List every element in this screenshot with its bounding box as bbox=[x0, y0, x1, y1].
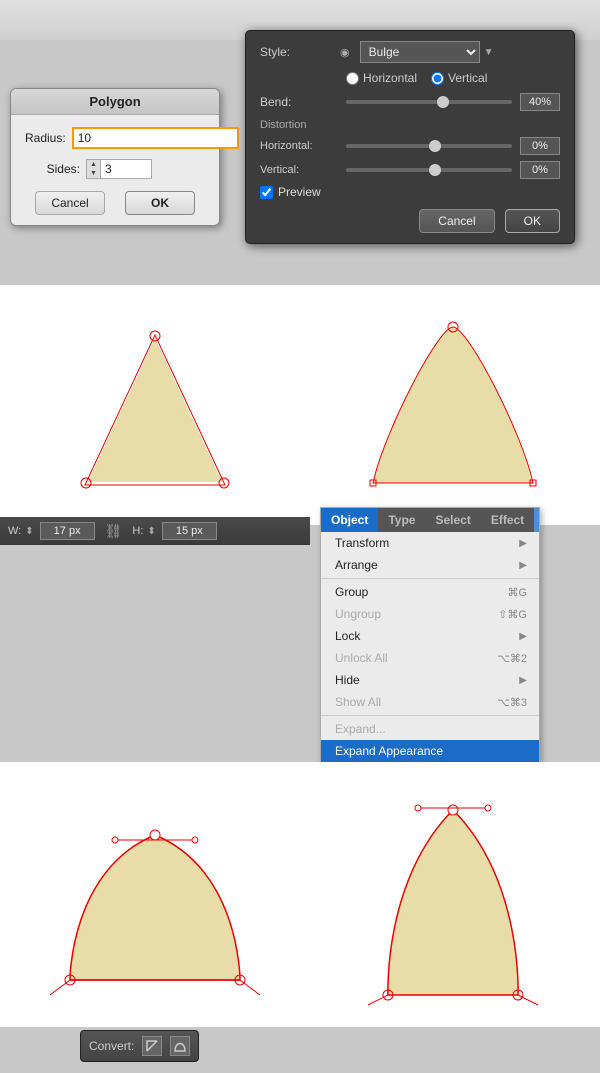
sides-decrement[interactable]: ▼ bbox=[87, 169, 100, 178]
radius-input[interactable] bbox=[72, 127, 239, 149]
bulge-icon: ◉ bbox=[340, 46, 350, 59]
sides-increment[interactable]: ▲ bbox=[87, 160, 100, 169]
menu-unlock-all: Unlock All ⌥⌘2 bbox=[321, 647, 539, 669]
menu-group[interactable]: Group ⌘G bbox=[321, 581, 539, 603]
bend-label: Bend: bbox=[260, 95, 340, 109]
convert-icon-2[interactable] bbox=[170, 1036, 190, 1056]
v-dist-label: Vertical: bbox=[260, 164, 340, 176]
polygon-dialog: Polygon Radius: Sides: ▲ ▼ 3 Cancel OK bbox=[10, 88, 220, 226]
right-triangle-svg bbox=[348, 305, 558, 505]
h-label: H: bbox=[132, 525, 143, 537]
menu-header: Object Type Select Effect bbox=[321, 508, 539, 532]
bottom-left-svg bbox=[40, 780, 270, 1010]
vertical-radio[interactable]: Vertical bbox=[431, 71, 487, 85]
bottom-right-svg bbox=[348, 780, 558, 1010]
style-label: Style: bbox=[260, 45, 340, 59]
menu-hide[interactable]: Hide ▶ bbox=[321, 669, 539, 691]
group-shortcut: ⌘G bbox=[507, 586, 527, 599]
horizontal-radio[interactable]: Horizontal bbox=[346, 71, 417, 85]
sides-label: Sides: bbox=[25, 162, 80, 176]
ext-bl bbox=[50, 980, 70, 995]
menu-object[interactable]: Object bbox=[321, 508, 378, 532]
unlock-shortcut: ⌥⌘2 bbox=[497, 652, 527, 665]
bottom-right-canvas bbox=[305, 762, 600, 1027]
arrange-arrow: ▶ bbox=[519, 560, 527, 571]
dome-fill bbox=[70, 835, 240, 980]
warped-fill bbox=[373, 327, 533, 483]
v-dist-slider[interactable] bbox=[346, 168, 512, 172]
menu-ungroup: Ungroup ⇧⌘G bbox=[321, 603, 539, 625]
bend-slider-thumb[interactable] bbox=[437, 96, 449, 108]
w-spinner-icon: ⬍ bbox=[25, 526, 33, 537]
menu-effect[interactable]: Effect bbox=[481, 508, 534, 532]
width-input[interactable] bbox=[40, 522, 95, 540]
sides-spinner: ▲ ▼ 3 bbox=[86, 159, 152, 179]
h-spinner-icon: ⬍ bbox=[147, 526, 155, 537]
polygon-cancel-button[interactable]: Cancel bbox=[35, 191, 105, 215]
preview-checkbox[interactable] bbox=[260, 186, 273, 199]
polygon-ok-button[interactable]: OK bbox=[125, 191, 195, 215]
menu-type[interactable]: Type bbox=[378, 508, 425, 532]
preview-label: Preview bbox=[278, 185, 321, 199]
radius-label: Radius: bbox=[25, 131, 66, 145]
show-shortcut: ⌥⌘3 bbox=[497, 696, 527, 709]
convert-label: Convert: bbox=[89, 1039, 134, 1053]
arch-ext-bl bbox=[368, 995, 388, 1005]
w-label: W: bbox=[8, 525, 21, 537]
bend-value: 40% bbox=[520, 93, 560, 111]
h-dist-thumb[interactable] bbox=[429, 140, 441, 152]
style-select[interactable]: Bulge bbox=[360, 41, 480, 63]
arch-top-handle bbox=[448, 805, 458, 815]
ctrl-right bbox=[192, 837, 198, 843]
divider-2 bbox=[321, 715, 539, 716]
right-triangle-canvas bbox=[305, 285, 600, 525]
menu-expand: Expand... bbox=[321, 718, 539, 740]
warp-cancel-button[interactable]: Cancel bbox=[419, 209, 494, 233]
lock-arrow: ▶ bbox=[519, 631, 527, 642]
convert-icon-1[interactable] bbox=[142, 1036, 162, 1056]
divider-1 bbox=[321, 578, 539, 579]
height-group: H: ⬍ bbox=[132, 522, 216, 540]
convert-toolbar: Convert: bbox=[80, 1030, 199, 1062]
tall-arch-fill bbox=[387, 810, 517, 995]
sides-value: 3 bbox=[101, 160, 151, 178]
menu-arrange[interactable]: Arrange ▶ bbox=[321, 554, 539, 576]
h-dist-label: Horizontal: bbox=[260, 140, 340, 152]
menu-expand-appearance[interactable]: Expand Appearance bbox=[321, 740, 539, 762]
transform-arrow: ▶ bbox=[519, 538, 527, 549]
ctrl-left bbox=[112, 837, 118, 843]
warp-dialog: Style: ◉ Bulge ▼ Horizontal Vertical bbox=[245, 30, 575, 244]
triangle-fill bbox=[88, 338, 222, 482]
bend-slider[interactable] bbox=[346, 100, 512, 104]
menu-transform[interactable]: Transform ▶ bbox=[321, 532, 539, 554]
menu-lock[interactable]: Lock ▶ bbox=[321, 625, 539, 647]
h-dist-value: 0% bbox=[520, 137, 560, 155]
polygon-dialog-title: Polygon bbox=[11, 89, 219, 115]
link-icon[interactable]: ⛓ bbox=[105, 523, 123, 540]
height-input[interactable] bbox=[162, 522, 217, 540]
v-dist-value: 0% bbox=[520, 161, 560, 179]
distortion-label: Distortion bbox=[260, 119, 560, 131]
v-dist-thumb[interactable] bbox=[429, 164, 441, 176]
left-triangle-svg bbox=[55, 310, 255, 500]
ungroup-shortcut: ⇧⌘G bbox=[498, 608, 527, 621]
ext-br bbox=[240, 980, 260, 995]
menu-show-all: Show All ⌥⌘3 bbox=[321, 691, 539, 713]
hide-arrow: ▶ bbox=[519, 675, 527, 686]
arch-ctrl-r bbox=[485, 805, 491, 811]
width-group: W: ⬍ bbox=[8, 522, 95, 540]
context-menu: Object Type Select Effect Transform ▶ Ar… bbox=[320, 507, 540, 763]
style-dropdown-arrow: ▼ bbox=[484, 47, 494, 58]
menu-select[interactable]: Select bbox=[425, 508, 480, 532]
warp-ok-button[interactable]: OK bbox=[505, 209, 560, 233]
dome-top-handle bbox=[150, 830, 160, 840]
arch-ctrl-l bbox=[415, 805, 421, 811]
arch-ext-br bbox=[518, 995, 538, 1005]
bottom-left-canvas bbox=[0, 762, 310, 1027]
toolbar-bar: W: ⬍ ⛓ H: ⬍ bbox=[0, 517, 310, 545]
h-dist-slider[interactable] bbox=[346, 144, 512, 148]
left-triangle-canvas bbox=[0, 285, 310, 525]
